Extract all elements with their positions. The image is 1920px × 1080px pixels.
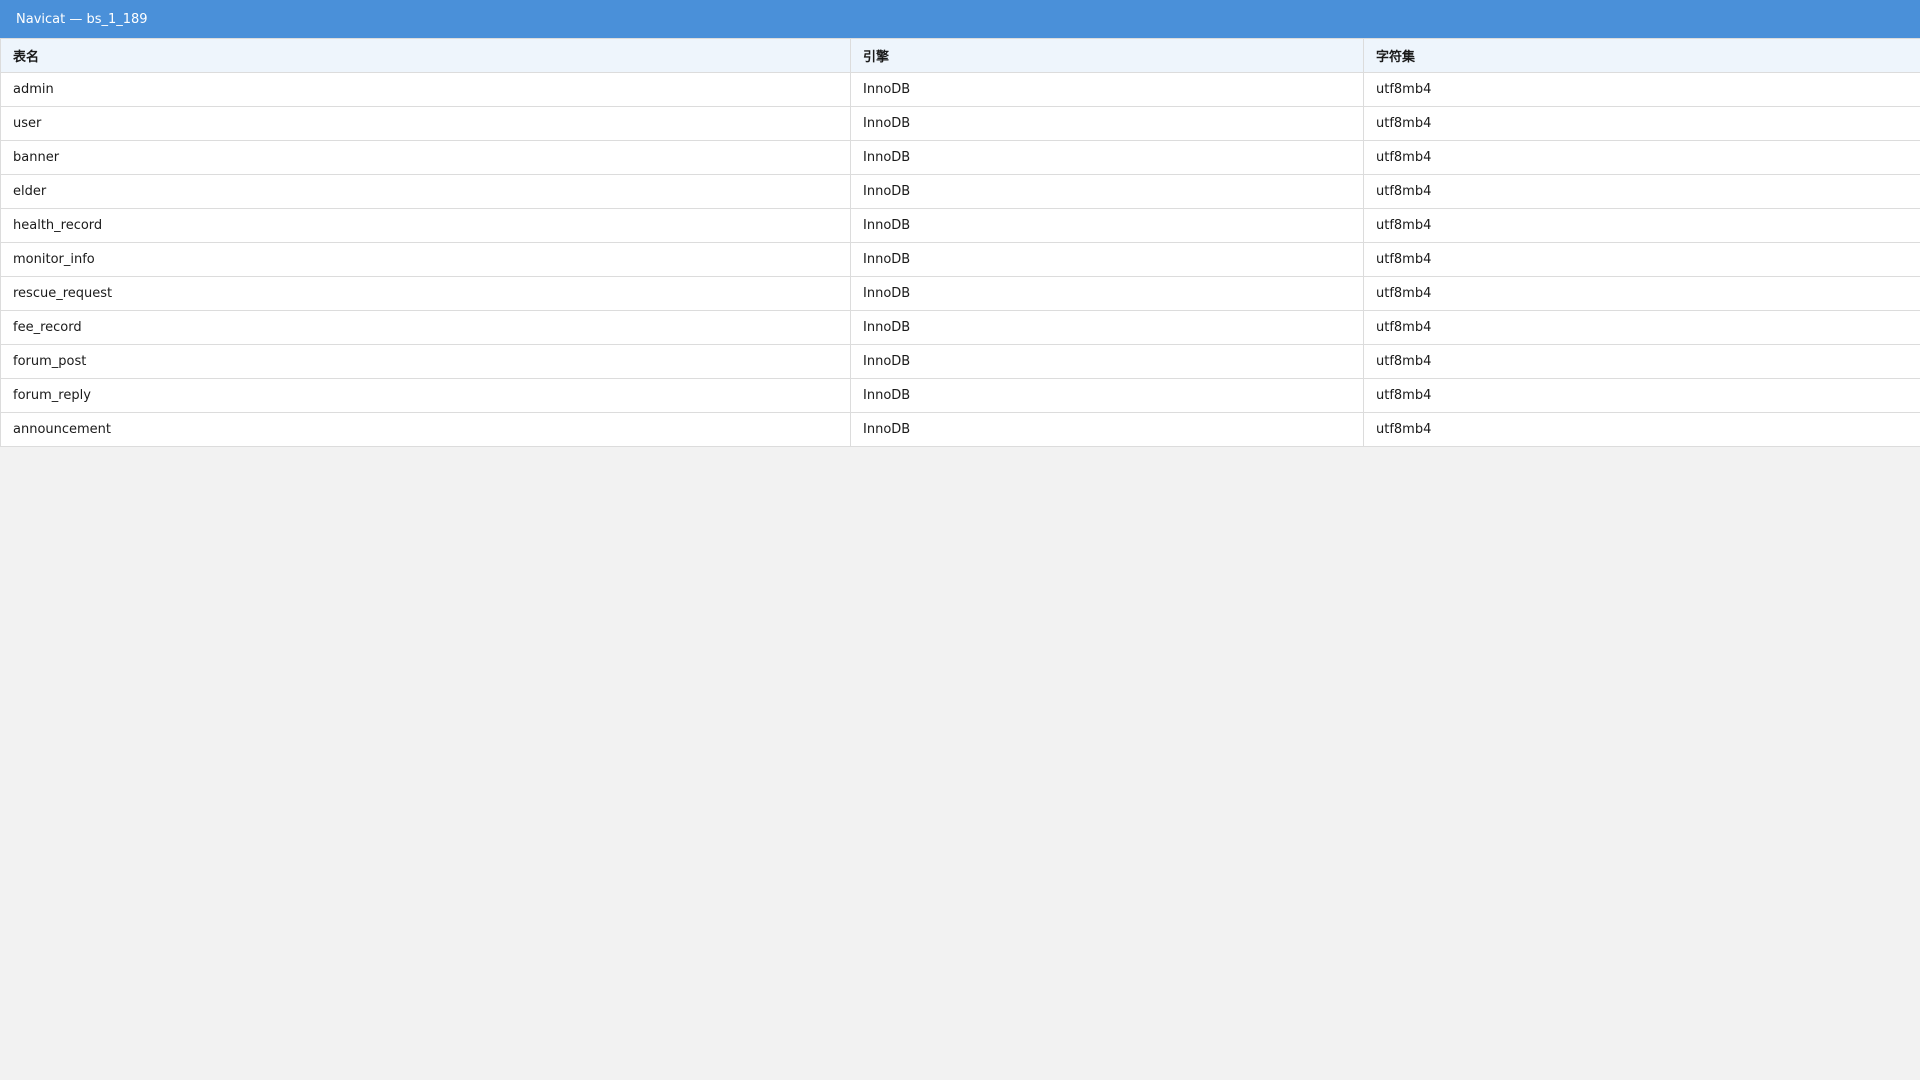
cell-charset: utf8mb4 <box>1363 310 1920 345</box>
cell-table-name: fee_record <box>0 310 851 345</box>
cell-table-name: rescue_request <box>0 276 851 311</box>
cell-charset: utf8mb4 <box>1363 140 1920 175</box>
cell-table-name: monitor_info <box>0 242 851 277</box>
table-row[interactable]: fee_record InnoDB utf8mb4 <box>0 310 1920 345</box>
cell-table-name: elder <box>0 174 851 209</box>
tables-list-panel: 表名 引擎 字符集 admin InnoDB utf8mb4 user Inno… <box>0 38 1920 447</box>
cell-table-name: announcement <box>0 412 851 447</box>
table-header-row: 表名 引擎 字符集 <box>0 38 1920 73</box>
table-row[interactable]: announcement InnoDB utf8mb4 <box>0 412 1920 447</box>
cell-charset: utf8mb4 <box>1363 106 1920 141</box>
window-title: Navicat — bs_1_189 <box>16 11 148 27</box>
cell-charset: utf8mb4 <box>1363 276 1920 311</box>
cell-table-name: forum_post <box>0 344 851 379</box>
cell-engine: InnoDB <box>850 310 1364 345</box>
cell-charset: utf8mb4 <box>1363 174 1920 209</box>
table-row[interactable]: user InnoDB utf8mb4 <box>0 106 1920 141</box>
table-row[interactable]: forum_reply InnoDB utf8mb4 <box>0 378 1920 413</box>
title-bar: Navicat — bs_1_189 <box>0 0 1920 38</box>
cell-engine: InnoDB <box>850 344 1364 379</box>
column-header-table-name[interactable]: 表名 <box>0 38 851 73</box>
column-header-charset[interactable]: 字符集 <box>1363 38 1920 73</box>
table-row[interactable]: banner InnoDB utf8mb4 <box>0 140 1920 175</box>
column-header-engine[interactable]: 引擎 <box>850 38 1364 73</box>
cell-engine: InnoDB <box>850 242 1364 277</box>
table-row[interactable]: health_record InnoDB utf8mb4 <box>0 208 1920 243</box>
table-row[interactable]: forum_post InnoDB utf8mb4 <box>0 344 1920 379</box>
table-row[interactable]: admin InnoDB utf8mb4 <box>0 72 1920 107</box>
cell-charset: utf8mb4 <box>1363 378 1920 413</box>
cell-engine: InnoDB <box>850 276 1364 311</box>
table-row[interactable]: elder InnoDB utf8mb4 <box>0 174 1920 209</box>
tables-table: 表名 引擎 字符集 admin InnoDB utf8mb4 user Inno… <box>0 38 1920 447</box>
cell-table-name: forum_reply <box>0 378 851 413</box>
cell-engine: InnoDB <box>850 140 1364 175</box>
cell-charset: utf8mb4 <box>1363 242 1920 277</box>
cell-engine: InnoDB <box>850 72 1364 107</box>
table-row[interactable]: monitor_info InnoDB utf8mb4 <box>0 242 1920 277</box>
cell-table-name: admin <box>0 72 851 107</box>
cell-charset: utf8mb4 <box>1363 72 1920 107</box>
cell-charset: utf8mb4 <box>1363 412 1920 447</box>
cell-table-name: banner <box>0 140 851 175</box>
cell-engine: InnoDB <box>850 208 1364 243</box>
cell-engine: InnoDB <box>850 106 1364 141</box>
cell-table-name: health_record <box>0 208 851 243</box>
cell-charset: utf8mb4 <box>1363 208 1920 243</box>
cell-charset: utf8mb4 <box>1363 344 1920 379</box>
cell-engine: InnoDB <box>850 412 1364 447</box>
table-row[interactable]: rescue_request InnoDB utf8mb4 <box>0 276 1920 311</box>
cell-table-name: user <box>0 106 851 141</box>
cell-engine: InnoDB <box>850 378 1364 413</box>
cell-engine: InnoDB <box>850 174 1364 209</box>
